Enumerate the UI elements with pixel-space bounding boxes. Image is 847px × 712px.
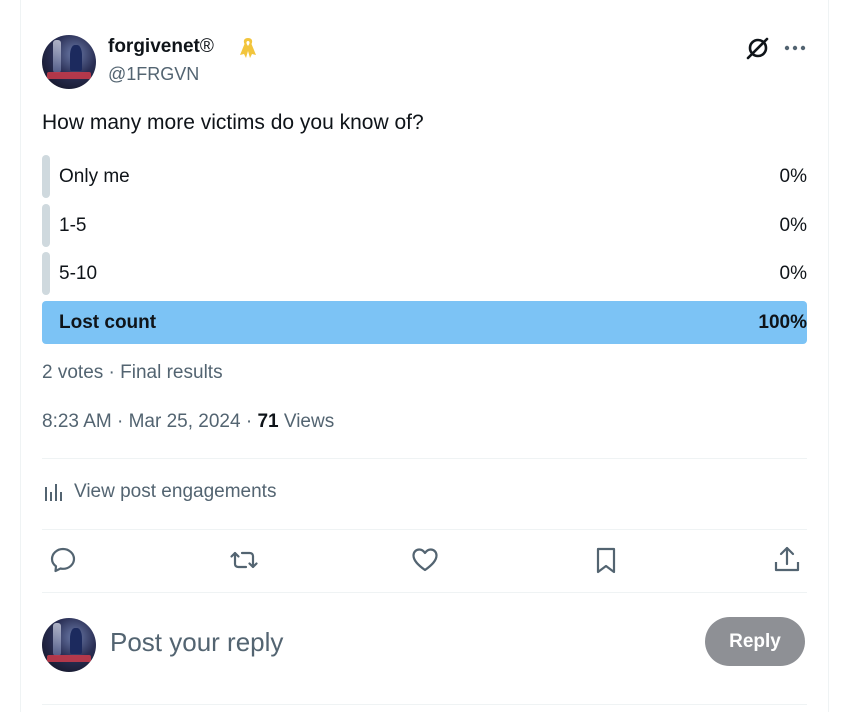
poll-option-percent: 0% <box>779 215 807 236</box>
author-display-name[interactable]: forgivenet® <box>108 36 214 58</box>
poll-option-percent: 0% <box>779 166 807 187</box>
bookmark-action[interactable] <box>591 545 621 575</box>
poll-option-percent: 0% <box>779 263 807 284</box>
views-count: 71 <box>257 411 279 432</box>
like-icon <box>412 548 438 572</box>
poll-option: 5-10 0% <box>42 252 807 295</box>
views-label: Views <box>278 411 335 432</box>
divider <box>42 592 807 593</box>
poll-bar <box>42 204 50 247</box>
poll-option-label: Only me <box>59 166 130 187</box>
poll-option-label: 1-5 <box>59 215 87 236</box>
reply-input[interactable] <box>110 622 670 662</box>
reply-action[interactable] <box>48 545 78 575</box>
grok-icon[interactable] <box>745 35 771 61</box>
retweet-icon <box>230 551 258 569</box>
tweet-text: How many more victims do you know of? <box>42 111 424 134</box>
tweet-frame <box>20 0 829 712</box>
poll-option: 1-5 0% <box>42 204 807 247</box>
timestamp-text[interactable]: 8:23 AM · Mar 25, 2024 · <box>42 411 257 432</box>
retweet-action[interactable] <box>229 545 259 575</box>
view-engagements-label[interactable]: View post engagements <box>74 481 276 503</box>
reply-avatar <box>42 618 96 672</box>
poll-option: Only me 0% <box>42 155 807 198</box>
awareness-ribbon-icon <box>240 38 256 58</box>
reply-icon <box>50 547 76 573</box>
poll-option-winner: Lost count 100% <box>42 301 807 344</box>
bar-chart-icon <box>45 484 62 501</box>
divider <box>42 529 807 530</box>
like-action[interactable] <box>410 545 440 575</box>
share-icon <box>774 546 800 572</box>
more-icon[interactable] <box>782 36 808 60</box>
share-action[interactable] <box>772 545 802 575</box>
poll-meta: 2 votes · Final results <box>42 362 223 383</box>
poll-bar <box>42 252 50 295</box>
bookmark-icon <box>596 547 616 574</box>
poll-bar <box>42 155 50 198</box>
divider <box>42 458 807 459</box>
view-engagements-link[interactable]: View post engagements <box>42 481 276 503</box>
poll-option-label: 5-10 <box>59 263 98 284</box>
author-avatar[interactable] <box>42 35 96 89</box>
poll-option-label: Lost count <box>59 312 157 333</box>
author-handle[interactable]: @1FRGVN <box>108 64 199 85</box>
poll-bar <box>42 301 807 344</box>
divider <box>42 704 807 705</box>
timestamp[interactable]: 8:23 AM · Mar 25, 2024 · 71 Views <box>42 411 334 433</box>
poll-option-percent: 100% <box>758 312 807 333</box>
reply-button[interactable]: Reply <box>705 617 805 666</box>
registered-mark: ® <box>199 36 214 57</box>
